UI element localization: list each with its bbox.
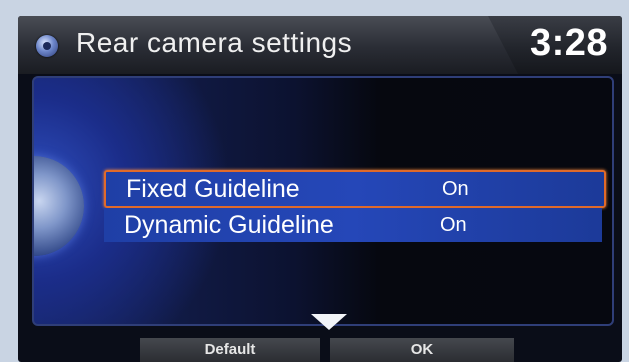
- option-label: Dynamic Guideline: [124, 211, 334, 239]
- nav-screen: Rear camera settings 3:28 Fixed Guidelin…: [18, 16, 622, 362]
- option-label: Fixed Guideline: [126, 175, 300, 203]
- dial-knob-icon: [34, 156, 84, 256]
- option-value: On: [442, 178, 469, 200]
- clock: 3:28: [529, 22, 608, 64]
- fixed-guideline-row[interactable]: Fixed Guideline On: [104, 170, 606, 208]
- header-bar: Rear camera settings 3:28: [18, 16, 622, 74]
- default-button[interactable]: Default: [140, 338, 320, 362]
- settings-disc-icon: [36, 35, 58, 57]
- page-title: Rear camera settings: [76, 27, 353, 58]
- bezel: Rear camera settings 3:28 Fixed Guidelin…: [0, 0, 629, 362]
- dynamic-guideline-row[interactable]: Dynamic Guideline On: [104, 208, 602, 242]
- option-value: On: [440, 214, 467, 236]
- ok-button[interactable]: OK: [330, 338, 514, 362]
- settings-panel: Fixed Guideline On Dynamic Guideline On: [32, 76, 614, 326]
- scroll-down-arrow-icon[interactable]: [311, 314, 347, 330]
